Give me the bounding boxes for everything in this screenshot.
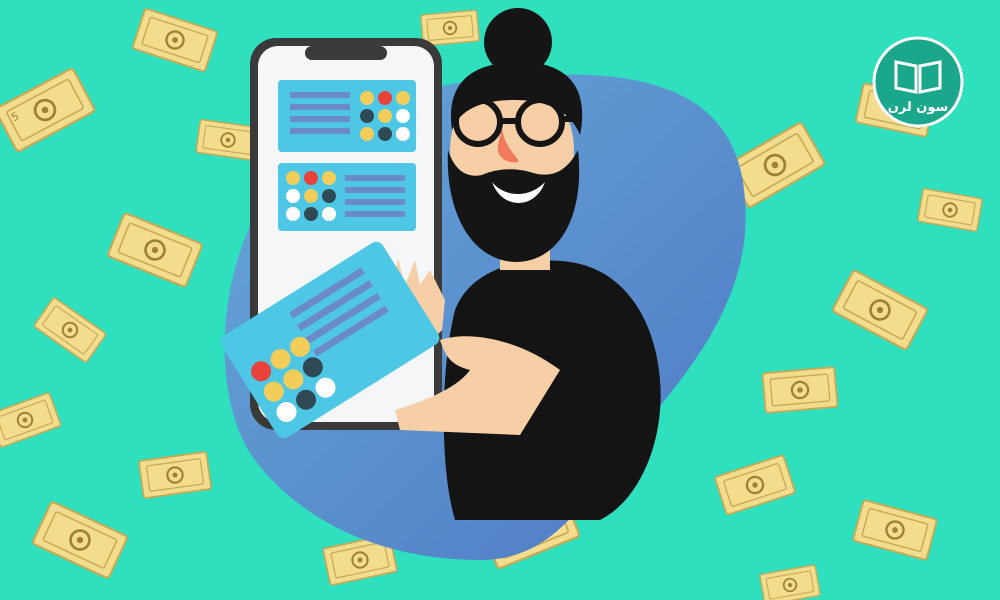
brand-name: سون لرن <box>888 100 949 115</box>
brand-logo: سون لرن <box>872 36 964 128</box>
dot-grid-icon <box>360 91 410 141</box>
phone-card <box>278 80 416 152</box>
banknote-icon <box>419 9 481 47</box>
dot-grid-icon <box>286 171 336 221</box>
illustration: 5 سون لرن <box>0 0 1000 600</box>
phone-card <box>278 163 416 231</box>
banknote-icon <box>761 366 839 414</box>
